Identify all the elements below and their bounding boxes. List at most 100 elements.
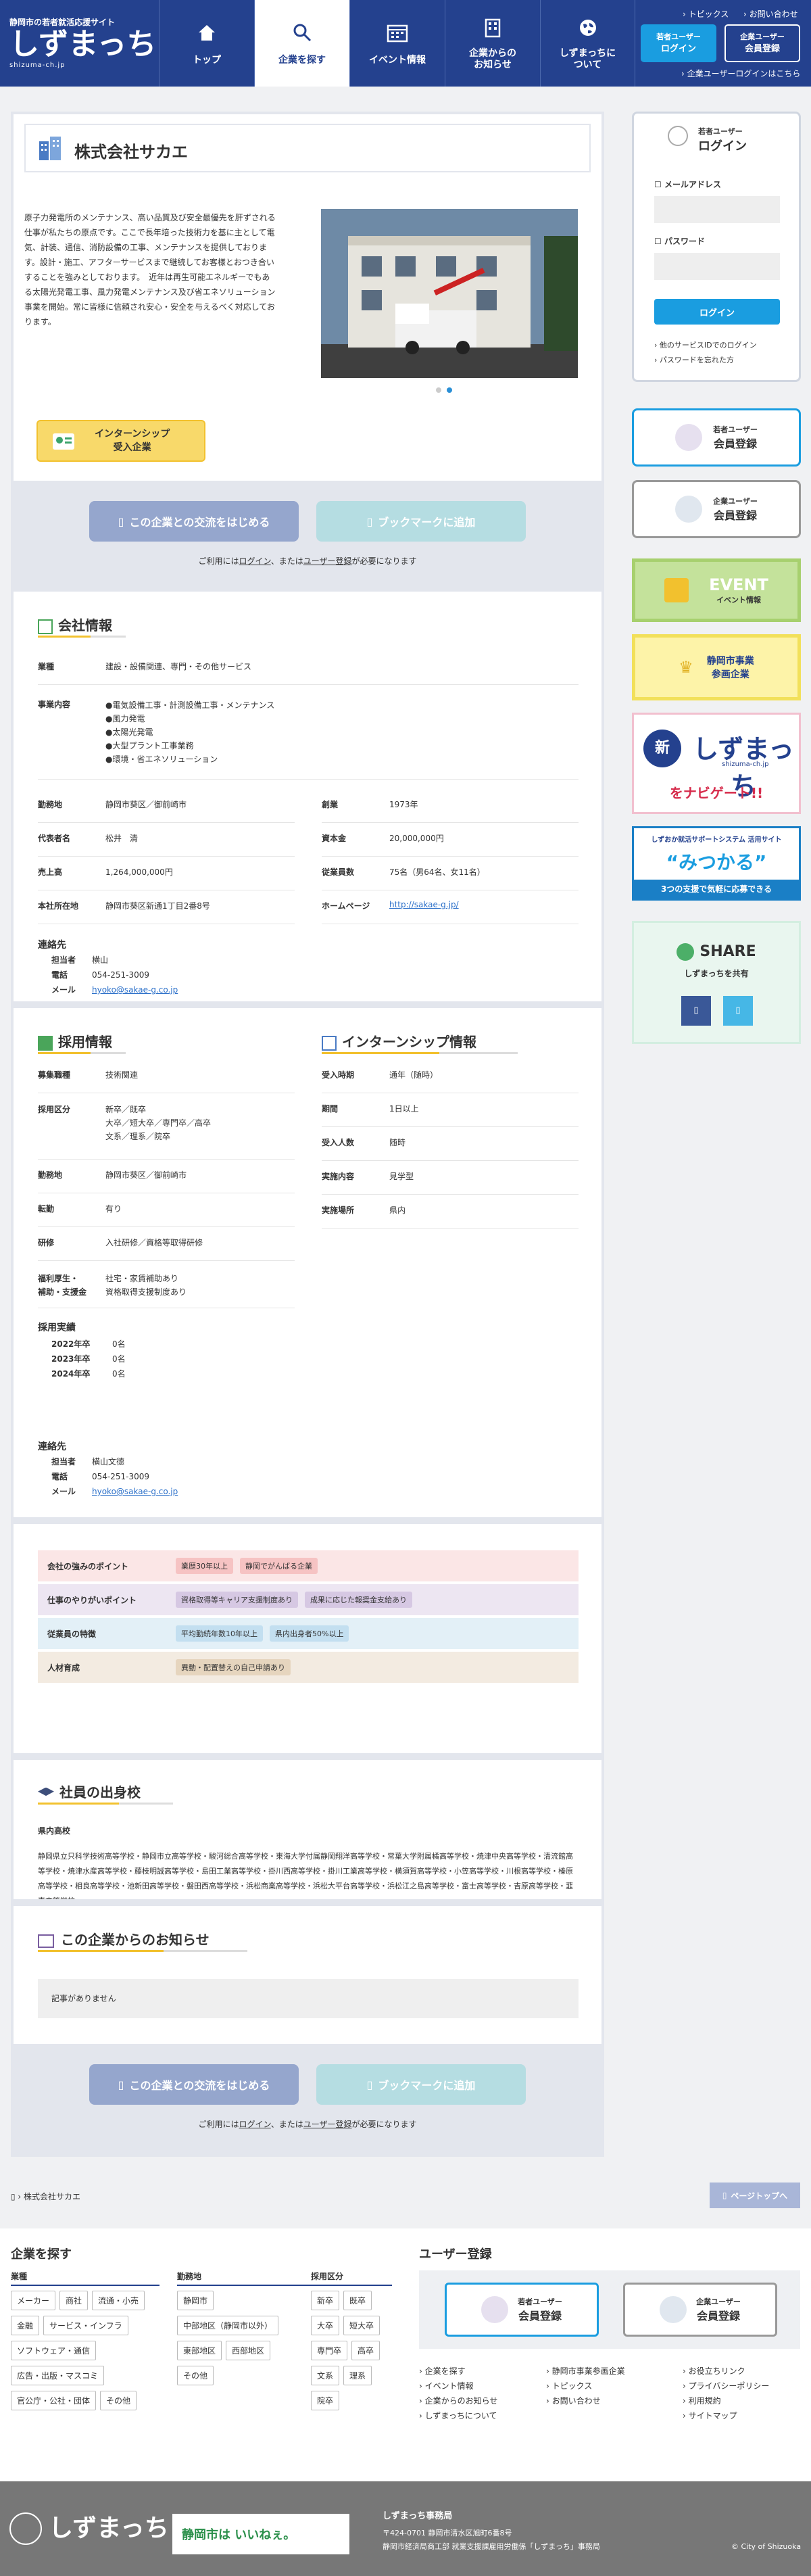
twitter-share-button[interactable]: ▯ <box>723 996 753 1026</box>
search-chip[interactable]: 理系 <box>343 2366 372 2385</box>
search-chip[interactable]: 金融 <box>11 2316 40 2335</box>
footer-link[interactable]: › お問い合わせ <box>546 2393 625 2408</box>
footer-link[interactable]: › 静岡市事業参画企業 <box>546 2364 625 2379</box>
login-note-register-link[interactable]: ユーザー登録 <box>303 556 352 566</box>
footer-link[interactable]: › 企業を探す <box>419 2364 497 2379</box>
youth-login-button[interactable]: 若者ユーザー ログイン <box>641 24 716 62</box>
search-chip[interactable]: その他 <box>177 2366 214 2385</box>
search-chip[interactable]: 文系 <box>311 2366 340 2385</box>
footer-link[interactable]: › 企業からのお知らせ <box>419 2393 497 2408</box>
footer-link[interactable]: › お役立ちリンク <box>683 2364 769 2379</box>
footer-corp-register[interactable]: 企業ユーザー 会員登録 <box>623 2283 777 2337</box>
search-chip[interactable]: ソフトウェア・通信 <box>11 2341 97 2360</box>
contact-email-link[interactable]: hyoko@sakae-g.co.jp <box>92 1487 178 1496</box>
footer-link[interactable]: › イベント情報 <box>419 2379 497 2393</box>
exchange-button[interactable]: ▯ この企業との交流をはじめる <box>89 501 299 542</box>
nav-events[interactable]: イベント情報 <box>349 0 445 87</box>
home-icon[interactable]: ▯ <box>11 2192 16 2201</box>
footer-link[interactable]: › 利用規約 <box>683 2393 769 2408</box>
nav-news[interactable]: 企業からの お知らせ <box>445 0 540 87</box>
footer-link-label: 静岡市事業参画企業 <box>551 2366 625 2376</box>
login-note: ご利用にはログイン、またはユーザー登録が必要になります <box>14 2118 601 2130</box>
info-row: ホームページ http://sakae-g.jp/ <box>322 900 579 924</box>
search-chip[interactable]: 商社 <box>59 2291 89 2310</box>
corp-register-button[interactable]: 企業ユーザー 会員登録 <box>724 24 800 62</box>
login-note-pre: ご利用には <box>198 2120 239 2129</box>
exchange-button[interactable]: ▯ この企業との交流をはじめる <box>89 2064 299 2105</box>
search-chip[interactable]: 中部地区（静岡市以外） <box>177 2316 279 2335</box>
event-banner[interactable]: EVENT イベント情報 <box>632 558 801 622</box>
forgot-password-link[interactable]: › パスワードを忘れた方 <box>654 354 734 365</box>
carousel-dot[interactable] <box>436 387 441 393</box>
search-chip[interactable]: 流通・小売 <box>92 2291 145 2310</box>
search-chip[interactable]: 西部地区 <box>226 2341 271 2360</box>
search-chip[interactable]: 院卒 <box>311 2391 340 2410</box>
search-chip[interactable]: 広告・出版・マスコミ <box>11 2366 105 2385</box>
carousel-dot-active[interactable] <box>447 387 452 393</box>
search-chip[interactable]: メーカー <box>11 2291 56 2310</box>
intern-key: 受入時期 <box>322 1070 355 1080</box>
pagetop-button[interactable]: ▯ ページトップへ <box>710 2183 800 2208</box>
footer-corp-small: 企業ユーザー <box>696 2297 741 2306</box>
bookmark-button[interactable]: ▯ ブックマークに追加 <box>316 501 526 542</box>
intern-row: 実施場所 県内 <box>322 1204 579 1229</box>
contact-value: 横山文德 <box>92 1457 125 1466</box>
other-login-link[interactable]: › 他のサービスIDでのログイン <box>654 339 757 350</box>
login-note-login-link[interactable]: ログイン <box>239 2120 270 2129</box>
footer-link[interactable]: › トピックス <box>546 2379 625 2393</box>
facebook-share-button[interactable]: ▯ <box>681 996 711 1026</box>
intern-value: 県内 <box>389 1206 406 1215</box>
email-input[interactable] <box>654 196 780 223</box>
nav-search[interactable]: 企業を探す <box>254 0 349 87</box>
contact-email-link[interactable]: hyoko@sakae-g.co.jp <box>92 985 178 995</box>
nav-top[interactable]: トップ <box>159 0 254 87</box>
info-key: 売上高 <box>38 867 63 877</box>
search-chip[interactable]: 東部地区 <box>177 2341 222 2360</box>
login-note-mid: 、または <box>270 556 303 566</box>
site-logo[interactable]: 静岡市の若者就活応援サイト しずまっち shizuma-ch.jp <box>9 16 156 69</box>
login-note: ご利用にはログイン、またはユーザー登録が必要になります <box>14 555 601 567</box>
side-corp-register[interactable]: 企業ユーザー 会員登録 <box>632 480 801 538</box>
youth-register-label: 会員登録 <box>713 437 757 450</box>
footer-link[interactable]: › プライバシーポリシー <box>683 2379 769 2393</box>
login-button[interactable]: ログイン <box>654 299 780 325</box>
mitsukaru-banner[interactable]: しずおか就活サポートシステム 活用サイト “みつかる” 3つの支援で気軽に応募できる <box>632 826 801 901</box>
bookmark-button[interactable]: ▯ ブックマークに追加 <box>316 2064 526 2105</box>
youth-login-label: ログイン <box>660 44 696 54</box>
search-chip[interactable]: 新卒 <box>311 2291 340 2310</box>
contact-link[interactable]: › お問い合わせ <box>743 8 798 20</box>
login-note-register-link[interactable]: ユーザー登録 <box>303 2120 352 2129</box>
city-banner[interactable]: 静岡市は いいねぇ。 <box>172 2514 349 2554</box>
info-business-list: ●電気設備工事・計測設備工事・メンテナンス ●風力発電 ●太陽光発電 ●大型プラント工… <box>105 698 274 766</box>
search-chip[interactable]: 高卒 <box>351 2341 380 2360</box>
footer-youth-register[interactable]: 若者ユーザー 会員登録 <box>445 2283 599 2337</box>
topics-link[interactable]: › トピックス <box>683 8 729 20</box>
footer: 企業を探す 業種 メーカー 商社 流通・小売金融 サービス・インフラソフトウェア・通信… <box>0 2228 811 2481</box>
city-companies-banner[interactable]: ♛ 静岡市事業 参画企業 <box>632 634 801 700</box>
search-chip[interactable]: その他 <box>100 2391 137 2410</box>
graduation-cap-icon <box>38 1787 54 1796</box>
youth-avatar-icon <box>481 2296 509 2323</box>
search-chip[interactable]: 短大卒 <box>343 2316 380 2335</box>
search-chip[interactable]: 官公庁・公社・団体 <box>11 2391 97 2410</box>
footer-link[interactable]: › しずまっちについて <box>419 2408 497 2423</box>
footer-link[interactable]: › サイトマップ <box>683 2408 769 2423</box>
schools-title: 社員の出身校 <box>59 1784 141 1800</box>
search-chip[interactable]: 静岡市 <box>177 2291 214 2310</box>
share-title: SHARE <box>634 943 799 961</box>
separator <box>14 1753 601 1760</box>
nav-about[interactable]: しずまっちに ついて <box>540 0 635 87</box>
password-input[interactable] <box>654 253 780 280</box>
homepage-link[interactable]: http://sakae-g.jp/ <box>389 900 459 909</box>
side-youth-register[interactable]: 若者ユーザー 会員登録 <box>632 408 801 467</box>
search-chip[interactable]: サービス・インフラ <box>43 2316 128 2335</box>
search-chip[interactable]: 大卒 <box>311 2316 340 2335</box>
search-chip[interactable]: 専門卒 <box>311 2341 348 2360</box>
corp-login-link[interactable]: › 企業ユーザーログインはこちら <box>681 68 800 79</box>
navi-banner[interactable]: 新しずまっち shizuma-ch.jp をナビゲート!! <box>632 713 801 814</box>
share-box: SHARE しずまっちを共有 ▯ ▯ <box>632 921 801 1044</box>
login-note-login-link[interactable]: ログイン <box>239 556 270 566</box>
search-chip[interactable]: 既卒 <box>343 2291 372 2310</box>
corp-register-label: 会員登録 <box>744 44 780 54</box>
company-title-box: 株式会社サカエ <box>24 124 591 172</box>
